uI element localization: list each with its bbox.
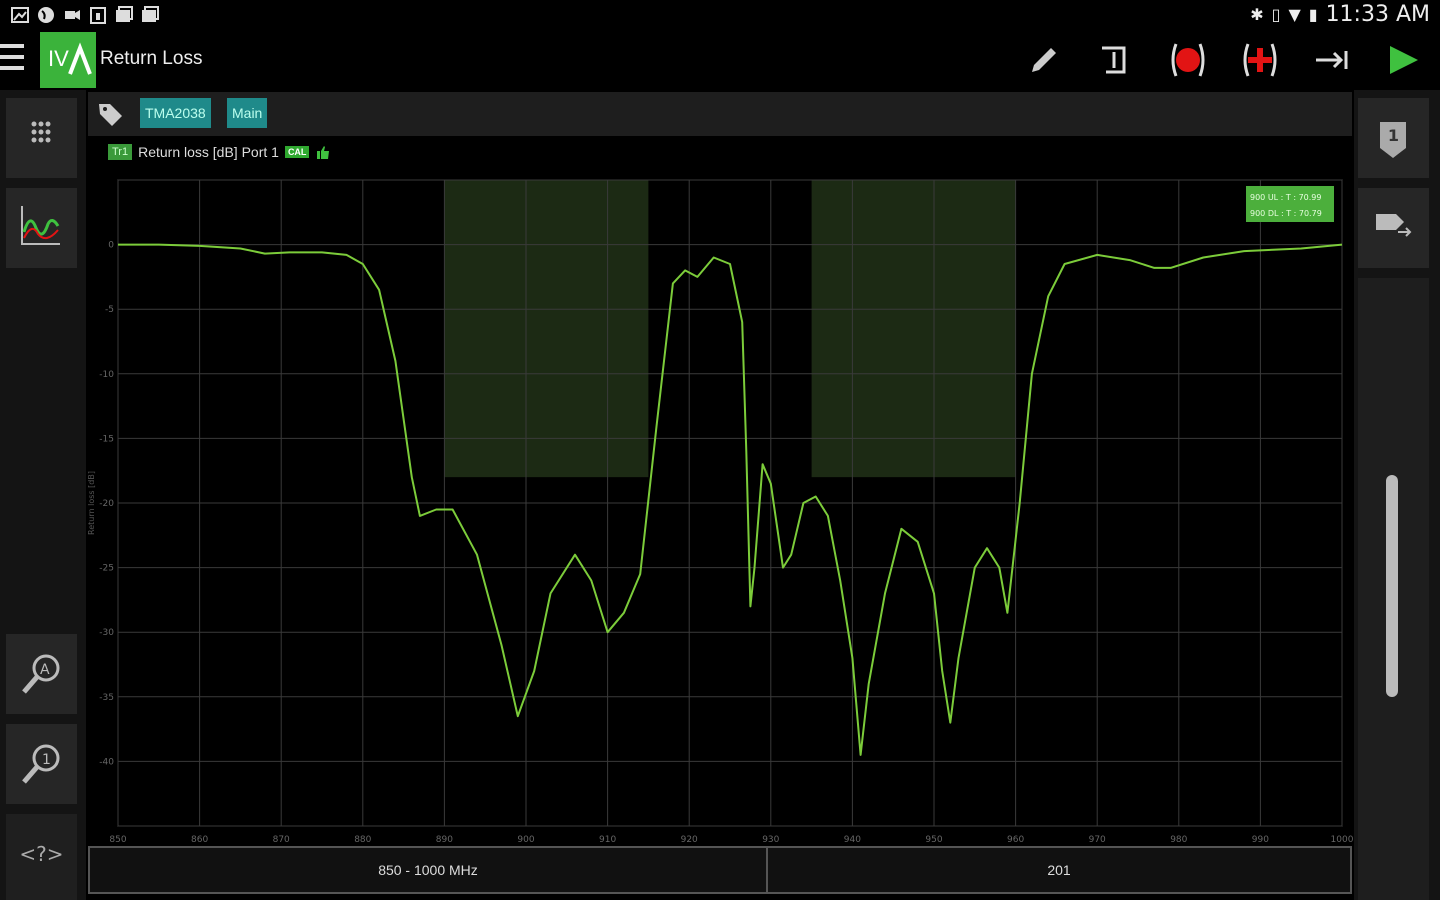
x-tick-label: 980 [1170,835,1187,845]
x-tick-label: 920 [681,835,698,845]
y-tick-label: -25 [99,564,114,574]
edit-icon[interactable] [1024,40,1064,80]
y-tick-label: -10 [99,370,114,380]
cast-icon [65,10,80,20]
points-count[interactable]: 201 [768,848,1350,892]
trace-header: Tr1 Return loss [dB] Port 1 CAL [108,144,331,160]
vertical-scrollbar[interactable] [1386,475,1398,697]
tag-chip[interactable]: TMA2038 [140,98,211,128]
y-tick-label: -35 [99,693,114,703]
status-icons-right: ✱ ▯ ▼ ▮ 11:33 AM [1250,2,1430,27]
tag-move-icon [1376,214,1412,237]
x-tick-label: 990 [1252,835,1269,845]
help-label: <?> [19,842,64,866]
cal-badge: CAL [284,146,310,158]
x-tick-label: 900 [517,835,534,845]
x-tick-label: 960 [1007,835,1024,845]
play-icon[interactable] [1384,40,1424,80]
x-tick-label: 870 [273,835,290,845]
x-tick-label: 1000 [1331,835,1354,845]
photo-icon-2 [142,6,159,22]
x-tick-label: 940 [844,835,861,845]
vibrate-icon: ▯ [1271,5,1281,24]
trace-icon [21,206,60,245]
y-tick-label: -30 [99,628,114,638]
marker-1-icon: 1 [22,744,60,784]
trace-button[interactable] [6,188,77,268]
help-button[interactable]: <?> [6,814,77,900]
hold-icon[interactable] [1096,40,1136,80]
gallery-icon [11,7,29,23]
add-marker-icon[interactable] [1240,40,1280,80]
frequency-range[interactable]: 850 - 1000 MHz [90,848,766,892]
return-loss-chart[interactable]: 850 860 870 880 890 900 910 920 930 940 950 960 970 9… [86,170,1356,850]
x-tick-label: 970 [1089,835,1106,845]
y-tick-label: -20 [99,499,114,509]
status-icons-left [10,5,160,25]
record-icon[interactable] [1168,40,1208,80]
limit-band-0 [444,180,649,478]
marker-a-icon: A [22,654,60,694]
globe-icon [38,7,54,23]
marker-badge-button[interactable]: 1 [1358,98,1429,178]
x-tick-label: 850 [109,835,126,845]
calendar-icon [90,7,106,24]
svg-text:A: A [40,662,50,678]
status-bar: ✱ ▯ ▼ ▮ 11:33 AM [0,0,1440,30]
battery-icon: ▮ [1308,5,1318,24]
signal-icon: ▼ [1288,5,1301,24]
x-tick-label: 860 [191,835,208,845]
thumbs-up-icon [317,146,330,159]
app-bar: IV Return Loss [0,30,1440,90]
y-axis-label: Return loss [dB] [87,471,96,535]
x-tick-label: 910 [599,835,616,845]
page-title: Return Loss [100,48,203,69]
photo-icon [116,6,133,22]
right-rail: 1 [1354,90,1440,900]
app-logo: IV [40,32,96,88]
marker-1-button[interactable]: 1 [6,724,77,804]
keypad-button[interactable] [6,98,77,178]
logo-text: IV [48,46,69,71]
svg-text:1: 1 [42,752,51,768]
x-tick-label: 890 [436,835,453,845]
trace-label: Return loss [dB] Port 1 [138,144,279,160]
y-tick-label: -40 [99,757,114,767]
tag-icon[interactable] [96,100,124,128]
y-tick-label: 0 [108,241,114,251]
export-icon[interactable] [1312,40,1352,80]
marker-a-button[interactable]: A [6,634,77,714]
legend-entry: 900 UL : T : 70.99 [1250,193,1321,202]
tag-move-button[interactable] [1358,188,1429,268]
keypad-icon [31,121,51,143]
left-rail: A 1 <?> [0,90,86,900]
bluetooth-icon: ✱ [1250,5,1264,24]
marker-badge-number: 1 [1387,126,1400,145]
tag-chip[interactable]: Main [227,98,268,128]
bottom-bar: 850 - 1000 MHz 201 [88,846,1352,894]
chart-svg: 850 860 870 880 890 900 910 920 930 940 950 960 970 9… [87,179,1354,845]
x-tick-label: 930 [762,835,779,845]
y-tick-label: -5 [105,305,114,315]
x-tick-label: 880 [354,835,371,845]
clock: 11:33 AM [1325,2,1430,27]
y-tick-label: -15 [99,434,114,444]
legend-entry: 900 DL : T : 70.79 [1250,209,1322,218]
x-tick-label: 950 [925,835,942,845]
menu-icon[interactable] [0,44,24,76]
limit-band-1 [811,180,1016,478]
tag-bar: TMA2038 Main [88,92,1352,136]
trace-badge[interactable]: Tr1 [108,144,133,160]
